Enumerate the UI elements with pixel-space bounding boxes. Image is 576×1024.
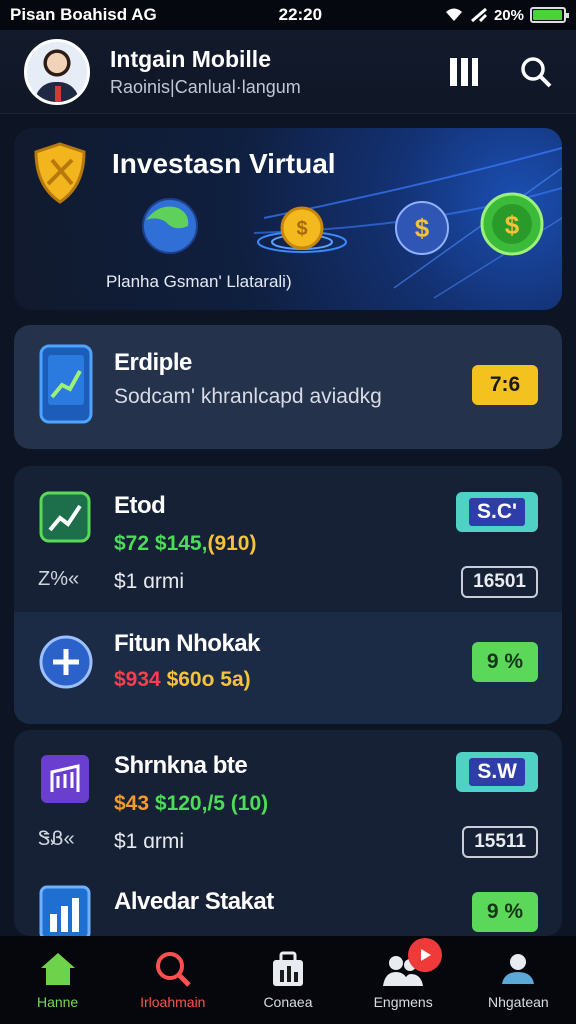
asset-row[interactable]: Fitun Nhokak $934 $60o 5a) 9 % [14,612,562,724]
featured-badge[interactable]: 7:6 [472,365,538,405]
asset-card-group-1: Etod $72 $145,(910) Z%« $1 ɑrmi S.C' 165… [14,466,562,724]
asset-prices: $43 $120,/5 (10) [114,792,268,816]
tablet-chart-icon [39,344,93,424]
svg-text:$: $ [415,213,430,243]
asset-badge[interactable]: 9 % [472,642,538,682]
nav-portfolio[interactable]: Conaea [233,950,343,1010]
building-icon [41,755,89,803]
asset-name: Alvedar Stakat [114,888,274,915]
price-value: $43 [114,792,150,815]
nav-account[interactable]: Nhgatean [463,950,573,1010]
asset-sub: $1 ɑrmi [114,830,185,853]
search-icon[interactable] [520,56,552,88]
asset-row[interactable]: Etod $72 $145,(910) Z%« $1 ɑrmi S.C' 165… [14,466,562,612]
asset-prices: $934 $60o 5a) [114,668,251,692]
nav-explore[interactable]: Irloahmain [118,950,228,1010]
home-icon [40,953,75,985]
asset-mini-label: ᏕᏰ« [38,828,75,850]
asset-name: Shrnkna bte [114,752,248,779]
play-badge-icon[interactable] [408,938,443,972]
price-value: $60o 5a) [166,668,251,691]
carrier-label: Pisan Boahisd AG [10,5,157,24]
coin-icon: $ [257,206,347,253]
asset-badge[interactable]: 9 % [472,892,538,932]
hero-banner[interactable]: Investasn Virtual $ $ $ Planha Gsman' Ll… [14,128,562,310]
avatar-tie [55,85,61,102]
asset-row[interactable]: Shrnkna bte $43 $120,/5 (10) ᏕᏰ« $1 ɑrmi… [14,730,562,876]
status-indicators: 20% [444,6,569,24]
nav-community[interactable]: Engmens [348,938,458,1010]
asset-mini-label: Z%« [38,568,80,590]
shield-icon [34,142,86,204]
price-value: /5 (10) [207,792,269,815]
battery-fill [533,10,562,20]
plus-circle-icon [39,635,93,689]
signal-icon [470,7,488,23]
app-title: Intgain Mobille [110,45,271,72]
status-bar: Pisan Boahisd AG 22:20 20% [0,0,576,30]
featured-description: Sodcam' khranlcapd aviadkg [114,385,382,408]
asset-sub-badge[interactable]: 15511 [462,826,538,858]
asset-prices: $72 $145,(910) [114,532,256,556]
battery-percent: 20% [493,6,524,24]
app-subtitle: Raoinis|Canlual·langum [110,76,301,97]
featured-name: Erdiple [114,349,192,376]
asset-badge[interactable]: S.C' [455,492,538,532]
nav-label: Hanne [36,994,79,1010]
hero-caption: Planha Gsman' Llatarali) [106,272,292,291]
price-value: (910) [207,532,257,555]
globe-icon [142,198,198,254]
header-text: Intgain Mobille Raoinis|Canlual·langum [110,46,448,98]
price-value: $934 [114,668,161,691]
svg-text:$: $ [505,210,520,240]
asset-row[interactable]: Alvedar Stakat 9 % [14,876,562,940]
battery-icon [530,7,569,23]
status-time: 22:20 [278,5,323,24]
wifi-icon [445,8,462,21]
asset-card-group-2: Shrnkna bte $43 $120,/5 (10) ᏕᏰ« $1 ɑrmi… [14,730,562,940]
svg-text:$: $ [296,218,307,240]
nav-label: Nhgatean [487,994,549,1010]
price-value: $145, [154,532,208,555]
search-icon [155,952,191,987]
portfolio-icon [272,951,303,986]
asset-name: Fitun Nhokak [114,630,261,657]
bar-chart-icon [39,885,91,940]
header-actions [448,55,552,89]
dollar-coin-icon: $ [395,201,449,255]
bottom-nav: Hanne Irloahmain Conaea Engmens Nhgatean [0,936,576,1024]
asset-name: Etod [114,492,166,519]
avatar[interactable] [24,38,90,105]
asset-badge[interactable]: S.W [456,752,538,792]
hero-title: Investasn Virtual [112,148,336,179]
price-value: $72 [114,532,150,555]
nav-home[interactable]: Hanne [3,950,113,1010]
pause-icon[interactable] [448,55,480,89]
nav-label: Engmens [373,994,433,1010]
nav-label: Irloahmain [140,994,206,1010]
price-value: $120, [154,792,208,815]
asset-sub: $1 ɑrmi [114,570,185,593]
account-icon [502,954,535,984]
chart-icon [39,491,91,543]
dollar-green-icon: $ [480,192,544,256]
nav-label: Conaea [263,994,313,1010]
app-header: Intgain Mobille Raoinis|Canlual·langum [0,30,576,114]
featured-card[interactable]: Erdiple Sodcam' khranlcapd aviadkg 7:6 [14,325,562,449]
asset-sub-badge[interactable]: 16501 [461,566,538,598]
